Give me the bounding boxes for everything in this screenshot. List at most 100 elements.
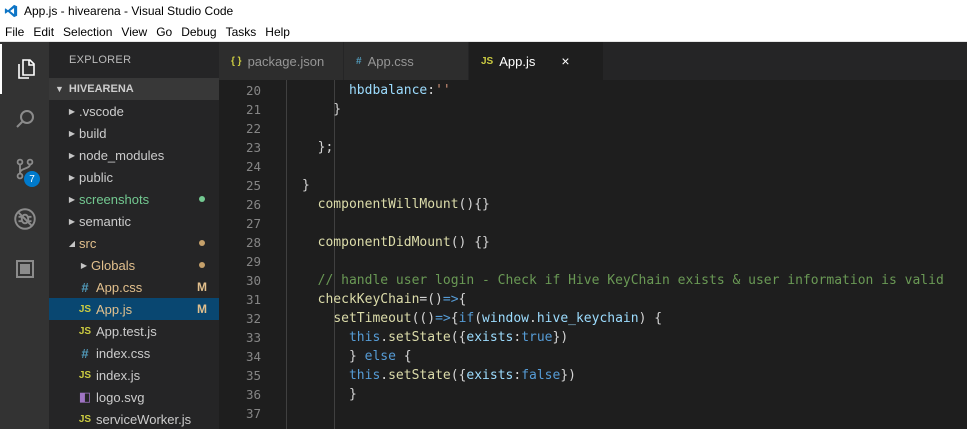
code-line: 35 this.setState({exists:false}) [219, 366, 967, 385]
line-number: 27 [245, 216, 261, 231]
code-line: 22 [219, 119, 967, 138]
chevron-right-icon: ▶ [68, 172, 76, 182]
extensions-icon[interactable] [0, 244, 49, 294]
git-status-dot [199, 240, 205, 246]
tree-item-app-test-js[interactable]: JS App.test.js [49, 320, 219, 342]
line-number: 25 [245, 178, 261, 193]
tree-item-index-js[interactable]: JS index.js [49, 364, 219, 386]
tab-app-css[interactable]: # App.css [344, 42, 469, 80]
tree-item-app-js[interactable]: JS App.js M [49, 298, 219, 320]
source-control-icon[interactable]: 7 [0, 144, 49, 194]
code-text: } else { [302, 349, 412, 364]
tree-item-serviceworker-js[interactable]: JS serviceWorker.js [49, 408, 219, 429]
code-text: } [302, 102, 342, 117]
tree-item-label: index.js [96, 367, 141, 383]
line-number: 24 [245, 159, 261, 174]
tree-item-label: screenshots [79, 191, 150, 207]
chevron-right-icon: ▶ [68, 106, 76, 116]
tree-item-semantic[interactable]: ▶ semantic [49, 210, 219, 232]
debug-icon[interactable] [0, 194, 49, 244]
tab-app-js[interactable]: JS App.js × [469, 42, 604, 80]
css-file-icon: # [81, 345, 89, 361]
code-line: 30 // handle user login - Check if Hive … [219, 271, 967, 290]
tree-item-index-css[interactable]: # index.css [49, 342, 219, 364]
code-line: 25} [219, 176, 967, 195]
git-status-badge: M [197, 302, 207, 316]
workspace-section-header[interactable]: ▼ HIVEARENA [49, 78, 219, 100]
line-number: 31 [245, 292, 261, 307]
chevron-right-icon: ▶ [68, 150, 76, 160]
tree-item-label: node_modules [79, 147, 165, 163]
line-number: 36 [245, 387, 261, 402]
menu-help[interactable]: Help [261, 25, 294, 39]
line-number: 34 [245, 349, 261, 364]
workspace-name: HIVEARENA [68, 83, 134, 95]
tree-item-logo-svg[interactable]: ◧ logo.svg [49, 386, 219, 408]
code-editor[interactable]: 20 hbdbalance:'' 21 } 22 23 }; 24 25} 26 compo… [219, 80, 967, 429]
code-line: 33 this.setState({exists:true}) [219, 328, 967, 347]
code-text: this.setState({exists:false}) [348, 368, 576, 383]
tree-item-label: public [79, 169, 113, 185]
line-number: 20 [245, 83, 261, 98]
code-text: // handle user login - Check if Hive Key… [302, 273, 944, 288]
menu-tasks[interactable]: Tasks [222, 25, 261, 39]
menu-selection[interactable]: Selection [59, 25, 116, 39]
menu-edit[interactable]: Edit [29, 25, 58, 39]
tab-label: App.js [499, 53, 536, 69]
file-type-icon: { } [231, 55, 242, 67]
code-line: 27 [219, 214, 967, 233]
tree-item-label: Globals [91, 257, 136, 273]
tree-item-label: semantic [79, 213, 132, 229]
tree-item--vscode[interactable]: ▶ .vscode [49, 100, 219, 122]
chevron-right-icon: ▶ [68, 194, 76, 204]
svg-file-icon: ◧ [78, 389, 92, 404]
chevron-down-icon: ◢ [68, 238, 76, 248]
code-text: } [302, 178, 310, 193]
menu-bar: File Edit Selection View Go Debug Tasks … [0, 22, 967, 42]
tree-item-label: src [79, 235, 97, 251]
tree-item-label: build [79, 125, 107, 141]
js-file-icon: JS [78, 413, 92, 425]
tab-package-json[interactable]: { } package.json [219, 42, 344, 80]
code-text: }; [302, 140, 334, 155]
menu-view[interactable]: View [117, 25, 151, 39]
menu-debug[interactable]: Debug [177, 25, 220, 39]
line-number: 32 [245, 311, 261, 326]
tree-item-public[interactable]: ▶ public [49, 166, 219, 188]
tree-item-label: App.test.js [96, 323, 157, 339]
tree-item-src[interactable]: ◢ src [49, 232, 219, 254]
tab-label: App.css [367, 53, 414, 69]
source-control-badge: 7 [24, 171, 40, 187]
vscode-logo-icon [0, 0, 22, 22]
chevron-down-icon: ▼ [55, 84, 64, 94]
js-file-icon: JS [78, 325, 92, 337]
tree-item-label: App.css [96, 279, 143, 295]
tree-item-globals[interactable]: ▶ Globals [49, 254, 219, 276]
code-text: } [302, 387, 357, 402]
tree-item-label: .vscode [79, 103, 124, 119]
tree-item-label: App.js [96, 301, 133, 317]
tab-label: package.json [247, 53, 325, 69]
tree-item-screenshots[interactable]: ▶ screenshots [49, 188, 219, 210]
code-text: hbdbalance:'' [348, 83, 451, 98]
git-status-dot [199, 262, 205, 268]
explorer-icon[interactable] [0, 44, 49, 94]
close-icon[interactable]: × [561, 53, 569, 69]
tree-item-build[interactable]: ▶ build [49, 122, 219, 144]
line-number: 28 [245, 235, 261, 250]
git-status-dot [199, 196, 205, 202]
tree-item-app-css[interactable]: # App.css M [49, 276, 219, 298]
code-line: 28 componentDidMount() {} [219, 233, 967, 252]
code-line: 36 } [219, 385, 967, 404]
tree-item-label: serviceWorker.js [96, 411, 192, 427]
code-text: this.setState({exists:true}) [348, 330, 569, 345]
code-line: 37 [219, 404, 967, 423]
search-icon[interactable] [0, 94, 49, 144]
js-file-icon: JS [78, 303, 92, 315]
file-type-icon: JS [481, 55, 494, 67]
tree-item-node-modules[interactable]: ▶ node_modules [49, 144, 219, 166]
line-number: 21 [245, 102, 261, 117]
menu-go[interactable]: Go [152, 25, 176, 39]
chevron-right-icon: ▶ [80, 260, 88, 270]
menu-file[interactable]: File [1, 25, 28, 39]
